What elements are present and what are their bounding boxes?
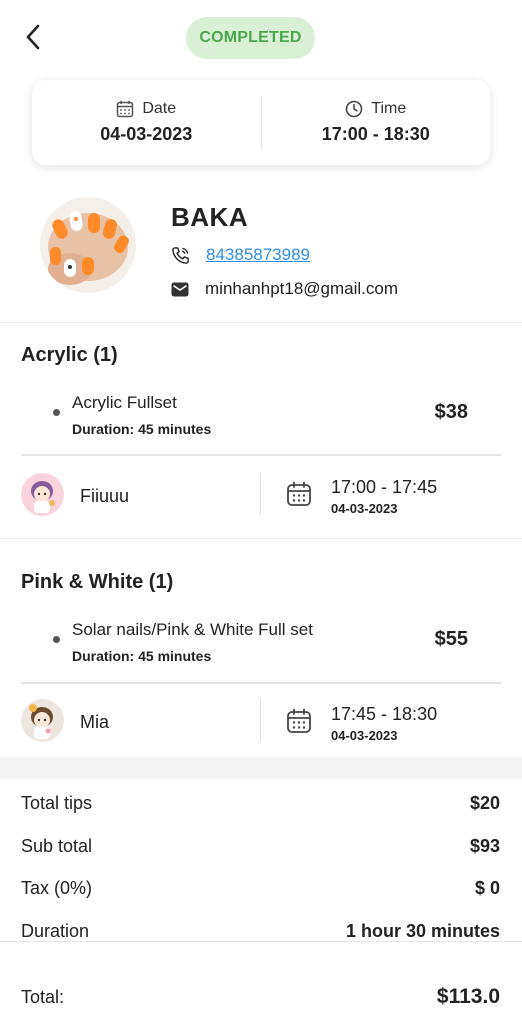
- status-badge: COMPLETED: [186, 17, 315, 59]
- summary-spacer: [0, 757, 522, 779]
- item-separator: [21, 682, 501, 684]
- service-item-price: $55: [434, 628, 468, 650]
- phone-link[interactable]: 84385873989: [206, 245, 310, 265]
- clock-icon: [346, 100, 363, 118]
- service-group: Pink & White (1) Solar nails/Pink & Whit…: [0, 557, 522, 757]
- date-value: 04-03-2023: [100, 124, 193, 144]
- service-item-duration: Duration: 45 minutes: [72, 648, 212, 664]
- item-bullet: [53, 409, 60, 416]
- slot-date: 04-03-2023: [331, 501, 398, 516]
- phone-icon: [172, 246, 189, 264]
- section-divider: [0, 538, 522, 539]
- time-label: Time: [371, 100, 407, 117]
- mail-icon: [171, 282, 189, 296]
- item-bullet: [53, 636, 60, 643]
- back-button[interactable]: [18, 22, 48, 52]
- service-item-name: Acrylic Fullset: [72, 393, 177, 412]
- top-bar: COMPLETED: [0, 0, 522, 80]
- section-divider: [0, 322, 522, 323]
- staff-divider: [260, 699, 261, 741]
- email-row: minhanhpt18@gmail.com: [171, 279, 398, 299]
- time-block: Time 17:00 - 18:30: [262, 80, 491, 165]
- chevron-left-icon[interactable]: [24, 24, 42, 50]
- tax-value: $ 0: [474, 878, 500, 898]
- duration-label: Duration: [21, 921, 90, 941]
- staff-divider: [260, 473, 261, 515]
- time-value: 17:00 - 18:30: [321, 124, 430, 144]
- slot-time: 17:45 - 18:30: [331, 704, 438, 724]
- subtotal-value: $93: [469, 836, 500, 856]
- customer-email: minhanhpt18@gmail.com: [205, 279, 399, 298]
- slot-time: 17:00 - 17:45: [331, 477, 438, 497]
- phone-row: 84385873989: [171, 245, 310, 265]
- service-item-duration: Duration: 45 minutes: [72, 421, 212, 437]
- service-item-name: Solar nails/Pink & White Full set: [72, 620, 313, 639]
- duration-value: 1 hour 30 minutes: [345, 921, 500, 941]
- service-category: Acrylic (1): [21, 344, 118, 366]
- slot-date: 04-03-2023: [331, 728, 398, 743]
- summary-row-tips: Total tips $20: [21, 793, 500, 814]
- item-separator: [21, 454, 501, 456]
- tips-value: $20: [469, 793, 500, 813]
- summary-row-subtotal: Sub total $93: [21, 836, 500, 857]
- summary-row-tax: Tax (0%) $ 0: [21, 878, 500, 899]
- customer-info: BAKA 84385873989 minhanhpt18@gmail.com: [0, 190, 522, 310]
- customer-avatar: [40, 197, 136, 293]
- staff-avatar: [21, 473, 64, 516]
- summary-row-duration: Duration 1 hour 30 minutes: [21, 921, 500, 942]
- subtotal-label: Sub total: [21, 836, 93, 856]
- summary-separator: [0, 941, 522, 942]
- tips-label: Total tips: [21, 793, 93, 813]
- total-value: $113.0: [436, 985, 500, 1008]
- staff-avatar: [21, 699, 64, 742]
- service-group: Acrylic (1) Acrylic Fullset Duration: 45…: [0, 330, 522, 538]
- service-item-price: $38: [434, 401, 468, 423]
- staff-name: Fiiuuu: [80, 486, 130, 506]
- staff-name: Mia: [80, 712, 110, 732]
- schedule-card: Date 04-03-2023 Time 17:00 - 18:30: [32, 80, 490, 165]
- calendar-icon: [117, 100, 134, 118]
- tax-label: Tax (0%): [21, 878, 93, 898]
- total-row: Total: $113.0: [21, 985, 500, 1009]
- date-block: Date 04-03-2023: [32, 80, 261, 165]
- date-label: Date: [142, 100, 177, 117]
- total-label: Total:: [21, 986, 65, 1007]
- customer-name: BAKA: [171, 202, 249, 232]
- service-category: Pink & White (1): [21, 571, 174, 593]
- calendar-icon: [287, 708, 311, 733]
- calendar-icon: [287, 481, 311, 506]
